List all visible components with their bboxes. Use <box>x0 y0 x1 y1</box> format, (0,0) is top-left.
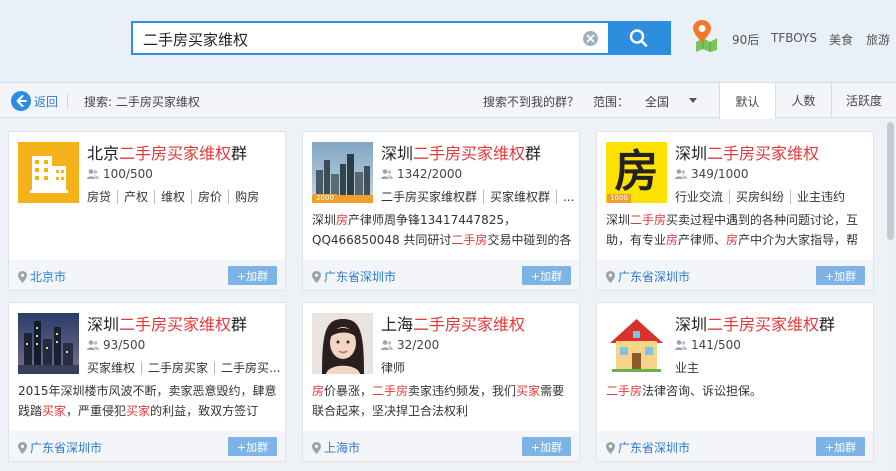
member-count: 1342/2000 <box>381 167 462 181</box>
hot-link-1[interactable]: 90后 <box>732 31 759 48</box>
house-icon <box>606 313 667 374</box>
group-title[interactable]: 上海二手房买家维权 <box>381 311 525 335</box>
avatar: 2000 <box>312 142 373 203</box>
back-label: 返回 <box>34 94 59 109</box>
range-select[interactable]: 全国 <box>645 93 669 110</box>
group-title[interactable]: 北京二手房买家维权群 <box>87 140 247 164</box>
card-footer: 广东省深圳市 +加群 <box>597 431 873 461</box>
group-card[interactable]: 北京二手房买家维权群 100/500 房贷 产权 维权 房价 购房 北京市 +加群 <box>8 131 286 291</box>
members-icon <box>87 340 99 350</box>
chevron-down-icon[interactable] <box>689 98 697 103</box>
group-title[interactable]: 深圳二手房买家维权 <box>675 140 819 164</box>
search-button[interactable] <box>608 21 671 55</box>
divider <box>67 93 68 109</box>
members-icon <box>87 169 99 179</box>
location-pin-icon <box>606 270 615 283</box>
scrollbar-thumb[interactable] <box>887 122 894 240</box>
group-description: 二手房法律咨询、诉讼担保。 <box>606 384 763 398</box>
group-description: 2015年深圳楼市风波不断，卖家恶意毁约，肆意践踏买家，严重侵犯买家的利益，致双… <box>18 384 277 418</box>
back-button[interactable]: 返回 <box>11 90 58 112</box>
group-location[interactable]: 上海市 <box>312 439 360 456</box>
avatar <box>18 313 79 374</box>
location-pin-icon <box>312 441 321 454</box>
member-count: 100/500 <box>87 167 153 181</box>
group-tags: 业主 <box>675 361 700 375</box>
card-footer: 广东省深圳市 +加群 <box>303 260 579 290</box>
house-character-logo: 房 <box>614 146 659 197</box>
group-location[interactable]: 广东省深圳市 <box>606 439 690 456</box>
group-description: 房价暴涨，二手房卖家违约频发，我们买家需要联合起来，坚决捍卫合法权利 <box>312 384 565 418</box>
group-location[interactable]: 广东省深圳市 <box>312 268 396 285</box>
group-location[interactable]: 广东省深圳市 <box>18 439 102 456</box>
group-description: 深圳房产律师周争锋13417447825，QQ466850048 共同研讨二手房… <box>312 213 572 247</box>
group-title[interactable]: 深圳二手房买家维权群 <box>87 311 247 335</box>
group-card[interactable]: 房 1000 深圳二手房买家维权 349/1000 行业交流 买房纠纷 业主违约 深… <box>596 131 874 291</box>
group-title[interactable]: 深圳二手房买家维权群 <box>381 140 541 164</box>
group-tags: 买家维权 二手房买家 二手房买... <box>87 359 283 376</box>
members-icon <box>675 169 687 179</box>
member-count: 141/500 <box>675 338 741 352</box>
group-location[interactable]: 广东省深圳市 <box>606 268 690 285</box>
back-arrow-icon <box>11 91 31 111</box>
join-group-button[interactable]: +加群 <box>522 266 571 285</box>
search-input[interactable] <box>143 27 563 51</box>
card-footer: 北京市 +加群 <box>9 260 285 290</box>
card-footer: 上海市 +加群 <box>303 431 579 461</box>
sort-tab-default[interactable]: 默认 <box>719 83 775 119</box>
join-group-button[interactable]: +加群 <box>228 437 277 456</box>
map-pin-icon <box>690 18 720 52</box>
building-icon <box>18 142 79 203</box>
search-box[interactable] <box>131 21 608 55</box>
group-tags: 二手房买家维权群 买家维权群... <box>381 188 577 205</box>
location-pin-icon <box>606 441 615 454</box>
member-limit-badge: 2000 <box>313 194 337 203</box>
member-count: 349/1000 <box>675 167 749 181</box>
location-pin-icon <box>18 270 27 283</box>
member-count: 93/500 <box>87 338 145 352</box>
group-card[interactable]: 2000 深圳二手房买家维权群 1342/2000 二手房买家维权群 买家维权群.… <box>302 131 580 291</box>
night-city-image <box>18 313 79 374</box>
filter-bar: 返回 搜索: 二手房买家维权 搜索不到我的群？ 范围： 全国 默认 人数 活跃度 <box>0 82 896 119</box>
member-limit-badge: 1000 <box>607 194 631 203</box>
hot-link-3[interactable]: 美食 <box>829 31 853 48</box>
group-card[interactable]: 上海二手房买家维权 32/200 律师 房价暴涨，二手房卖家违约频发，我们买家需… <box>302 302 580 462</box>
join-group-button[interactable]: +加群 <box>816 266 865 285</box>
range-label: 范围： <box>593 95 630 109</box>
avatar: 房 1000 <box>606 142 667 203</box>
portrait-image <box>312 313 373 374</box>
group-card[interactable]: 深圳二手房买家维权群 93/500 买家维权 二手房买家 二手房买... 2015年… <box>8 302 286 462</box>
search-header: 90后 TFBOYS 美食 旅游 <box>0 0 896 82</box>
join-group-button[interactable]: +加群 <box>522 437 571 456</box>
members-icon <box>381 169 393 179</box>
group-tags: 房贷 产权 维权 房价 购房 <box>87 188 283 205</box>
member-count: 32/200 <box>381 338 439 352</box>
avatar <box>312 313 373 374</box>
group-tags: 行业交流 买房纠纷 业主违约 <box>675 188 871 205</box>
card-footer: 广东省深圳市 +加群 <box>597 260 873 290</box>
location-pin-icon <box>312 270 321 283</box>
join-group-button[interactable]: +加群 <box>228 266 277 285</box>
sort-tab-members[interactable]: 人数 <box>775 83 831 118</box>
not-found-link[interactable]: 搜索不到我的群？ <box>483 93 579 110</box>
search-summary: 搜索: 二手房买家维权 <box>84 95 200 109</box>
clear-icon[interactable] <box>583 31 598 46</box>
members-icon <box>381 340 393 350</box>
location-pin-icon <box>18 441 27 454</box>
search-icon <box>629 29 648 47</box>
group-tags: 律师 <box>381 361 406 375</box>
hot-link-2[interactable]: TFBOYS <box>771 31 817 45</box>
join-group-button[interactable]: +加群 <box>816 437 865 456</box>
card-footer: 广东省深圳市 +加群 <box>9 431 285 461</box>
group-card[interactable]: 深圳二手房买家维权群 141/500 业主 二手房法律咨询、诉讼担保。 广东省深… <box>596 302 874 462</box>
members-icon <box>675 340 687 350</box>
group-location[interactable]: 北京市 <box>18 268 66 285</box>
avatar <box>18 142 79 203</box>
hot-link-4[interactable]: 旅游 <box>866 31 890 48</box>
group-description <box>18 210 280 250</box>
sort-tab-activity[interactable]: 活跃度 <box>831 83 896 118</box>
avatar <box>606 313 667 374</box>
group-description: 深圳二手房买卖过程中遇到的各种问题讨论，互助，有专业房产律师、房产中介为大家指导… <box>606 213 859 247</box>
group-title[interactable]: 深圳二手房买家维权群 <box>675 311 835 335</box>
